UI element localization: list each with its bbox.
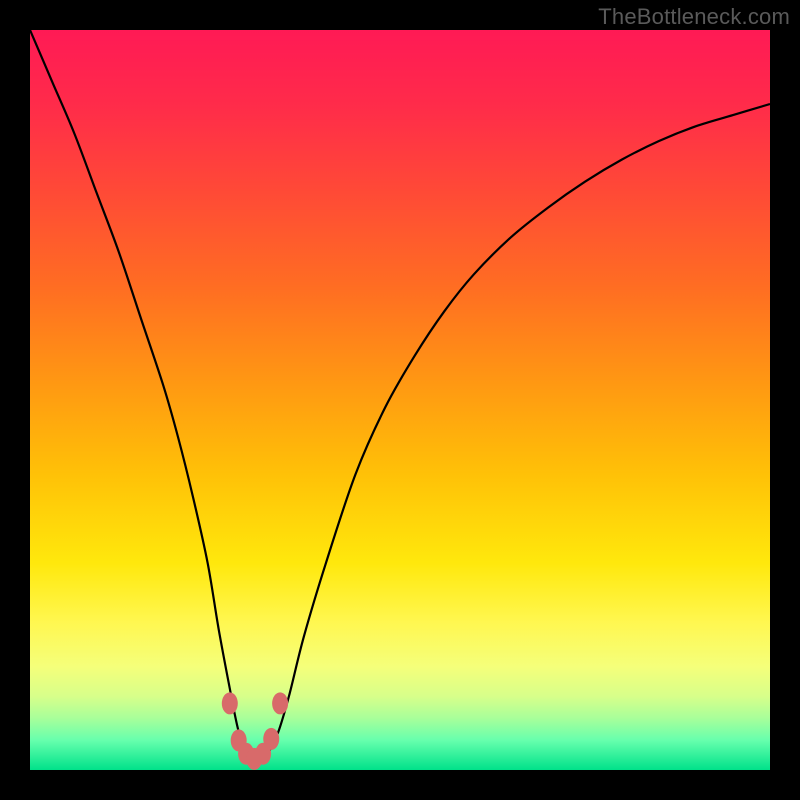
curve-marker	[222, 692, 238, 714]
curve-marker	[263, 728, 279, 750]
bottleneck-curve	[30, 30, 770, 764]
plot-area	[30, 30, 770, 770]
chart-frame: TheBottleneck.com	[0, 0, 800, 800]
watermark-text: TheBottleneck.com	[598, 4, 790, 30]
curve-marker	[272, 692, 288, 714]
curve-layer	[30, 30, 770, 770]
